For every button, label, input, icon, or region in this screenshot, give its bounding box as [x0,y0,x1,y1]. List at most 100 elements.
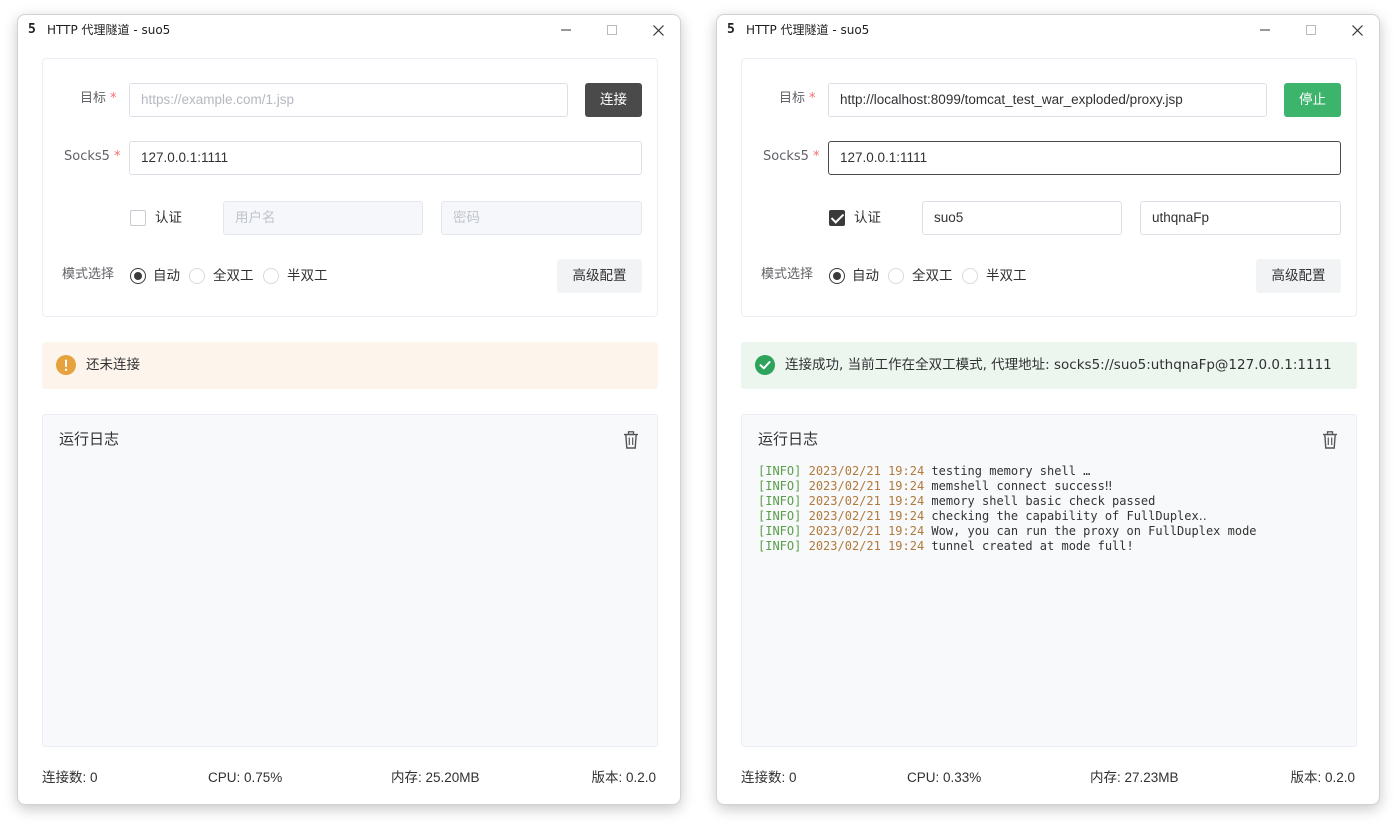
minimize-icon [561,29,571,31]
window-title: HTTP 代理隧道 - suo5 [47,23,171,37]
log-panel: 运行日志 [INFO] 2023/02/21 19:24 testing mem… [741,414,1357,747]
mode-option-auto: 自动 [153,268,180,284]
cpu-usage: CPU: 0.33% [907,770,982,785]
log-level: [INFO] [758,479,802,493]
maximize-icon [607,25,617,35]
log-line: [INFO] 2023/02/21 19:24 testing memory s… [758,464,1346,479]
status-bar: 连接数: 0 CPU: 0.33% 内存: 27.23MB 版本: 0.2.0 [741,769,1355,787]
version-info: 版本: 0.2.0 [1290,770,1355,785]
socks5-label: Socks5 * [763,149,820,164]
close-icon [652,24,664,36]
log-output: [INFO] 2023/02/21 19:24 testing memory s… [758,464,1346,554]
suo5-logo-icon: 5 [28,22,36,37]
log-line: [INFO] 2023/02/21 19:24 tunnel created a… [758,539,1346,554]
alert-text: 连接成功, 当前工作在全双工模式, 代理地址: socks5://suo5:ut… [785,357,1332,373]
socks5-input[interactable]: 127.0.0.1:1111 [828,141,1341,175]
log-level: [INFO] [758,524,802,538]
mode-option-half-duplex: 半双工 [986,268,1027,284]
advanced-config-button[interactable]: 高级配置 [1256,259,1341,293]
log-level: [INFO] [758,509,802,523]
memory-usage: 内存: 25.20MB [391,770,480,785]
log-level: [INFO] [758,494,802,508]
check-circle-icon [755,355,775,375]
log-line: [INFO] 2023/02/21 19:24 checking the cap… [758,509,1346,524]
target-label: 目标 * [80,91,117,106]
log-message: Wow, you can run the proxy on FullDuplex… [931,524,1257,538]
log-message: memory shell basic check passed [931,494,1156,508]
minimize-button[interactable] [1243,15,1287,45]
stop-button[interactable]: 停止 [1284,83,1341,117]
log-time: 2023/02/21 19:24 [808,494,925,508]
auth-checkbox[interactable] [130,210,146,226]
close-button[interactable] [1335,15,1379,45]
status-alert: 连接成功, 当前工作在全双工模式, 代理地址: socks5://suo5:ut… [741,342,1357,389]
log-message: memshell connect success‼ [931,479,1113,493]
status-alert: 还未连接 [42,342,658,389]
mode-option-full-duplex: 全双工 [213,268,254,284]
mode-option-half-duplex: 半双工 [287,268,328,284]
mode-radio-half-duplex[interactable] [263,268,279,284]
auth-checkbox[interactable] [829,210,845,226]
log-time: 2023/02/21 19:24 [808,509,925,523]
log-panel: 运行日志 [42,414,658,747]
log-title: 运行日志 [59,430,120,448]
mode-option-auto: 自动 [852,268,879,284]
log-line: [INFO] 2023/02/21 19:24 memshell connect… [758,479,1346,494]
minimize-icon [1260,29,1270,31]
mode-label: 模式选择 [761,267,814,282]
advanced-config-button[interactable]: 高级配置 [557,259,642,293]
log-line: [INFO] 2023/02/21 19:24 Wow, you can run… [758,524,1346,539]
config-panel: 目标 * http://localhost:8099/tomcat_test_wa… [741,58,1357,317]
username-input[interactable]: 用户名 [223,201,423,235]
mode-radio-full-duplex[interactable] [888,268,904,284]
auth-label: 认证 [155,210,182,226]
close-button[interactable] [636,15,680,45]
log-line: [INFO] 2023/02/21 19:24 memory shell bas… [758,494,1346,509]
config-panel: 目标 * https://example.com/1.jsp 连接 Socks5 *… [42,58,658,317]
app-window-disconnected: 5 HTTP 代理隧道 - suo5 目标 * https://example.c… [17,14,681,805]
warning-circle-icon [56,355,76,375]
target-input[interactable]: http://localhost:8099/tomcat_test_war_ex… [828,83,1267,117]
username-input[interactable]: suo5 [922,201,1122,235]
socks5-label: Socks5 * [64,149,121,164]
log-level: [INFO] [758,464,802,478]
suo5-logo-icon: 5 [727,22,735,37]
target-label: 目标 * [779,91,816,106]
connect-button[interactable]: 连接 [585,83,642,117]
maximize-button[interactable] [1289,15,1333,45]
title-bar[interactable]: 5 HTTP 代理隧道 - suo5 [18,15,680,45]
connection-count: 连接数: 0 [42,770,98,785]
memory-usage: 内存: 27.23MB [1090,770,1179,785]
password-input[interactable]: uthqnaFp [1140,201,1341,235]
close-icon [1351,24,1363,36]
mode-radio-auto[interactable] [130,268,146,284]
password-input[interactable]: 密码 [441,201,642,235]
log-title: 运行日志 [758,430,819,448]
log-level: [INFO] [758,539,802,553]
version-info: 版本: 0.2.0 [591,770,656,785]
maximize-icon [1306,25,1316,35]
connection-count: 连接数: 0 [741,770,797,785]
mode-radio-full-duplex[interactable] [189,268,205,284]
target-input[interactable]: https://example.com/1.jsp [129,83,568,117]
cpu-usage: CPU: 0.75% [208,770,283,785]
status-bar: 连接数: 0 CPU: 0.75% 内存: 25.20MB 版本: 0.2.0 [42,769,656,787]
socks5-input[interactable]: 127.0.0.1:1111 [129,141,642,175]
mode-option-full-duplex: 全双工 [912,268,953,284]
minimize-button[interactable] [544,15,588,45]
trash-icon[interactable] [623,431,639,449]
log-message: testing memory shell … [931,464,1091,478]
title-bar[interactable]: 5 HTTP 代理隧道 - suo5 [717,15,1379,45]
log-message: checking the capability of FullDuplex‥ [931,509,1207,523]
maximize-button[interactable] [590,15,634,45]
mode-radio-half-duplex[interactable] [962,268,978,284]
app-window-connected: 5 HTTP 代理隧道 - suo5 目标 * http://localhost:… [716,14,1380,805]
window-title: HTTP 代理隧道 - suo5 [746,23,870,37]
log-time: 2023/02/21 19:24 [808,524,925,538]
log-time: 2023/02/21 19:24 [808,464,925,478]
log-message: tunnel created at mode full! [931,539,1134,553]
mode-radio-auto[interactable] [829,268,845,284]
auth-label: 认证 [854,210,881,226]
trash-icon[interactable] [1322,431,1338,449]
mode-label: 模式选择 [62,267,115,282]
